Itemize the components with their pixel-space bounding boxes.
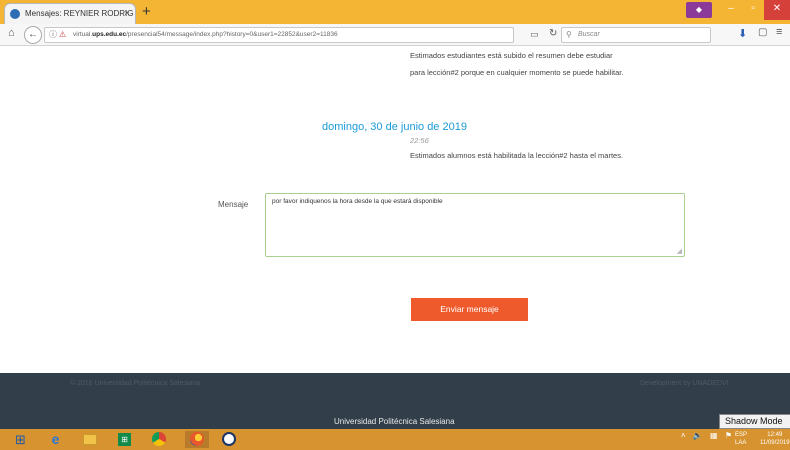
message-textarea-value: por favor indiquenos la hora desde la qu… <box>272 198 443 205</box>
network-icon[interactable]: ▦ <box>710 431 718 440</box>
tray-arrow-icon[interactable]: ˄ <box>681 431 686 440</box>
back-arrow-icon[interactable]: ← <box>24 26 42 44</box>
message-line: para lección#2 porque en cualquier momen… <box>410 68 624 77</box>
file-explorer-icon[interactable] <box>81 431 98 448</box>
reader-view-icon[interactable]: ▭ <box>530 29 539 40</box>
tab-close-icon[interactable]: × <box>124 4 130 24</box>
info-icon[interactable]: ⓘ <box>49 28 57 42</box>
url-prefix: virtual. <box>73 31 93 38</box>
windows-start-icon[interactable]: ⊞ <box>12 431 29 448</box>
new-tab-button[interactable]: + <box>142 2 151 22</box>
resize-grip-icon[interactable]: ◢ <box>677 247 682 255</box>
system-tray: ˄ 🔈 ▦ ⚑ <box>676 431 732 440</box>
url-path: /presencial54/message/index.php?history=… <box>126 31 338 38</box>
footer-developed-by: Development by UNADEDVI <box>640 380 729 387</box>
windows-taskbar: ⊞ e ⊞ ˄ 🔈 ▦ ⚑ <box>0 429 790 450</box>
hamburger-menu-icon[interactable]: ≡ <box>776 26 782 38</box>
search-bar[interactable]: ⚲ Buscar <box>561 27 711 43</box>
site-favicon-icon <box>10 9 20 19</box>
language-indicator[interactable]: ESP LAA <box>735 431 747 447</box>
home-icon[interactable]: ⌂ <box>8 27 15 39</box>
url-domain: ups.edu.ec <box>92 31 127 38</box>
footer-university: Universidad Politécnica Salesiana <box>334 417 455 426</box>
message-label: Mensaje <box>218 200 249 209</box>
download-icon[interactable]: ⬇ <box>738 27 747 40</box>
app-icon[interactable] <box>220 431 237 448</box>
sidebar-panel-icon[interactable]: ▢ <box>758 27 767 38</box>
footer-copyright: © 2016 Universidad Politécnica Salesiana <box>70 380 201 387</box>
message-line: Estimados estudiantes está subido el res… <box>410 51 613 60</box>
close-window-icon[interactable]: ✕ <box>764 0 790 20</box>
flag-icon[interactable]: ⚑ <box>725 431 732 440</box>
browser-tab[interactable]: Mensajes: REYNIER RODRIG × <box>4 3 136 24</box>
chrome-icon[interactable] <box>150 431 167 448</box>
browser-navbar: ⌂ ← ⓘ ⚠ virtual.ups.edu.ec/presencial54/… <box>0 24 790 46</box>
message-time: 22:56 <box>410 136 429 145</box>
search-placeholder: Buscar <box>578 31 600 38</box>
store-icon[interactable]: ⊞ <box>116 431 133 448</box>
send-message-button[interactable]: Enviar mensaje <box>411 298 528 321</box>
message-textarea[interactable]: por favor indiquenos la hora desde la qu… <box>265 193 685 257</box>
address-bar[interactable]: ⓘ ⚠ virtual.ups.edu.ec/presencial54/mess… <box>44 27 514 43</box>
message-date: domingo, 30 de junio de 2019 <box>322 121 467 133</box>
browser-titlebar: Mensajes: REYNIER RODRIG × + ◆ – ▫ ✕ <box>0 0 790 24</box>
internet-explorer-icon[interactable]: e <box>47 431 64 448</box>
search-icon: ⚲ <box>566 30 572 39</box>
insecure-lock-icon[interactable]: ⚠ <box>59 28 66 42</box>
tab-title: Mensajes: REYNIER RODRIG <box>25 9 134 18</box>
window-controls: ◆ – ▫ ✕ <box>686 0 790 20</box>
volume-icon[interactable]: 🔈 <box>693 431 703 440</box>
reload-icon[interactable]: ↻ <box>549 28 557 39</box>
message-line: Estimados alumnos está habilitada la lec… <box>410 151 624 160</box>
private-mask-icon: ◆ <box>686 2 712 18</box>
maximize-icon[interactable]: ▫ <box>742 0 764 20</box>
system-clock[interactable]: 12:49 11/09/2019 <box>760 431 790 447</box>
shadow-mode-label: Shadow Mode <box>719 414 790 429</box>
minimize-icon[interactable]: – <box>720 0 742 20</box>
firefox-icon[interactable] <box>185 431 209 448</box>
site-footer: © 2016 Universidad Politécnica Salesiana… <box>0 373 790 429</box>
